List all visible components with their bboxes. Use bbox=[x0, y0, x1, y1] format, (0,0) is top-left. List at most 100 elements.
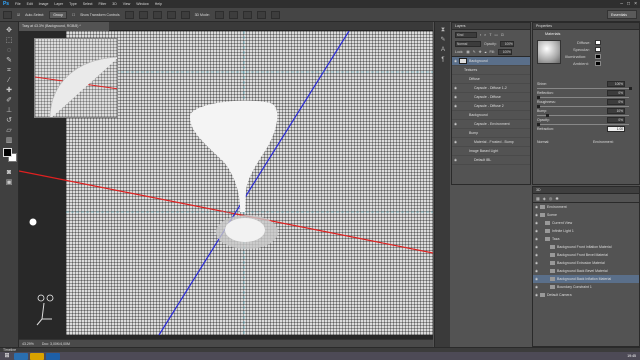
stamp-tool-icon[interactable]: ⊥ bbox=[4, 106, 14, 115]
visibility-eye-icon[interactable]: ◉ bbox=[533, 211, 540, 219]
visibility-eye-icon[interactable]: ◉ bbox=[452, 156, 459, 165]
visibility-eye-icon[interactable]: ◉ bbox=[533, 251, 540, 259]
brush-presets-icon[interactable]: ✎ bbox=[438, 36, 448, 44]
workspace-dropdown[interactable]: Essentials bbox=[607, 10, 637, 19]
visibility-eye-icon[interactable]: ◉ bbox=[533, 259, 540, 267]
menu-item-edit[interactable]: Edit bbox=[24, 2, 36, 6]
visibility-eye-icon[interactable]: ◉ bbox=[533, 291, 540, 299]
scene-item[interactable]: ◉ Current View bbox=[533, 219, 639, 227]
menu-item-select[interactable]: Select bbox=[80, 2, 96, 6]
zoom-level[interactable]: 43.29% bbox=[22, 342, 34, 346]
menu-item-type[interactable]: Type bbox=[66, 2, 80, 6]
align-left-icon[interactable] bbox=[166, 10, 176, 19]
visibility-eye-icon[interactable]: ◉ bbox=[533, 243, 540, 251]
quick-select-tool-icon[interactable]: ✎ bbox=[4, 56, 14, 65]
layer-row[interactable]: ◉ Capsule - Diffuse bbox=[452, 93, 530, 102]
diffuse-swatch[interactable] bbox=[595, 40, 601, 45]
align-bottom-icon[interactable] bbox=[152, 10, 162, 19]
filter-shape-icon[interactable]: ▭ bbox=[495, 33, 498, 37]
fill-input[interactable]: 100% bbox=[497, 49, 512, 55]
auto-select-checkbox[interactable]: ☑ bbox=[17, 13, 20, 17]
gradient-tool-icon[interactable]: ▥ bbox=[4, 136, 14, 145]
taskbar-photoshop-icon[interactable] bbox=[46, 352, 60, 360]
material-preview[interactable] bbox=[537, 40, 561, 64]
move-tool-icon[interactable]: ✥ bbox=[4, 26, 14, 35]
visibility-eye-icon[interactable]: ◉ bbox=[452, 84, 459, 93]
visibility-eye-icon[interactable]: ◉ bbox=[452, 120, 459, 129]
specular-swatch[interactable] bbox=[595, 47, 601, 52]
lock-transparent-icon[interactable]: ▦ bbox=[466, 50, 469, 54]
screen-mode-icon[interactable]: ▣ bbox=[4, 178, 14, 187]
lock-position-icon[interactable]: ✥ bbox=[479, 50, 482, 54]
visibility-eye-icon[interactable]: ◉ bbox=[533, 275, 540, 283]
menu-item-window[interactable]: Window bbox=[133, 2, 151, 6]
marquee-tool-icon[interactable]: ⬚ bbox=[4, 36, 14, 45]
menu-item-3d[interactable]: 3D bbox=[109, 2, 119, 6]
visibility-eye-icon[interactable]: ◉ bbox=[533, 267, 540, 275]
document-tab[interactable]: Tasy at 43.3% (Background, RGB/8) * bbox=[19, 22, 109, 31]
scene-item[interactable]: ◉ Background Back Bevel Material bbox=[533, 267, 639, 275]
layer-row[interactable]: ◉ Background bbox=[452, 57, 530, 66]
layer-row[interactable]: Background bbox=[452, 111, 530, 120]
shine-input[interactable]: 100% bbox=[607, 81, 625, 87]
align-middle-icon[interactable] bbox=[138, 10, 148, 19]
scene-item[interactable]: ◉ Environment bbox=[533, 203, 639, 211]
visibility-eye-icon[interactable]: ◉ bbox=[533, 219, 540, 227]
scale-3d-icon[interactable] bbox=[270, 10, 280, 19]
character-icon[interactable]: A bbox=[438, 46, 448, 54]
menu-item-help[interactable]: Help bbox=[152, 2, 165, 6]
visibility-eye-icon[interactable]: ◉ bbox=[533, 227, 540, 235]
layer-kind-filter[interactable]: Kind bbox=[455, 31, 477, 38]
filter-adjust-icon[interactable]: ◐ bbox=[484, 33, 486, 37]
visibility-eye-icon[interactable]: ◉ bbox=[533, 283, 540, 291]
scene-item[interactable]: ◉ Default Camera bbox=[533, 291, 639, 299]
layer-row[interactable]: ◉ Capsule - Environment bbox=[452, 120, 530, 129]
reflection-input[interactable]: 0% bbox=[607, 90, 625, 96]
crop-tool-icon[interactable]: ⌗ bbox=[4, 66, 14, 75]
eraser-tool-icon[interactable]: ▱ bbox=[4, 126, 14, 135]
roughness-input[interactable]: 0% bbox=[607, 99, 625, 105]
menu-item-layer[interactable]: Layer bbox=[51, 2, 66, 6]
quick-mask-icon[interactable]: ◙ bbox=[4, 168, 14, 177]
rotate-3d-icon[interactable] bbox=[214, 10, 224, 19]
color-swatches[interactable] bbox=[3, 148, 17, 162]
layer-row[interactable]: ◉ Capsule - Diffuse 1-2 bbox=[452, 84, 530, 93]
drag-3d-icon[interactable] bbox=[242, 10, 252, 19]
scene-item[interactable]: ◉ Background Front Bevel Material bbox=[533, 251, 639, 259]
slide-3d-icon[interactable] bbox=[256, 10, 266, 19]
foreground-color-swatch[interactable] bbox=[3, 148, 12, 157]
blend-mode-dropdown[interactable]: Normal bbox=[455, 40, 481, 47]
menu-item-filter[interactable]: Filter bbox=[96, 2, 110, 6]
filter-type-icon[interactable]: T bbox=[489, 33, 491, 37]
history-brush-tool-icon[interactable]: ↺ bbox=[4, 116, 14, 125]
align-center-icon[interactable] bbox=[180, 10, 190, 19]
history-icon[interactable]: ⧗ bbox=[438, 26, 448, 34]
start-icon[interactable]: ⊞ bbox=[0, 352, 14, 360]
lock-all-icon[interactable]: 🔒︎ bbox=[485, 50, 487, 54]
scene-item[interactable]: ◉ Background Extrusion Material bbox=[533, 259, 639, 267]
close-icon[interactable]: × bbox=[634, 1, 637, 7]
layer-row[interactable]: Bump bbox=[452, 129, 530, 138]
bump-input[interactable]: 10% bbox=[607, 108, 625, 114]
scene-item[interactable]: ◉ Taza bbox=[533, 235, 639, 243]
healing-tool-icon[interactable]: ✚ bbox=[4, 86, 14, 95]
visibility-eye-icon[interactable]: ◉ bbox=[452, 93, 459, 102]
roll-3d-icon[interactable] bbox=[228, 10, 238, 19]
brush-tool-icon[interactable]: ✐ bbox=[4, 96, 14, 105]
show-transform-checkbox[interactable]: ☐ bbox=[72, 13, 75, 17]
layer-row[interactable]: Diffuse bbox=[452, 75, 530, 84]
menu-item-view[interactable]: View bbox=[120, 2, 134, 6]
materials-icon[interactable]: ◎ bbox=[549, 196, 553, 201]
opacity-input[interactable]: 0% bbox=[607, 117, 625, 123]
menu-item-file[interactable]: File bbox=[12, 2, 24, 6]
maximize-icon[interactable]: □ bbox=[627, 1, 630, 7]
lasso-tool-icon[interactable]: ◌ bbox=[4, 46, 14, 55]
meshes-icon[interactable]: ◈ bbox=[543, 196, 546, 201]
filter-pixel-icon[interactable]: ▪ bbox=[480, 33, 481, 37]
visibility-eye-icon[interactable]: ◉ bbox=[452, 102, 459, 111]
align-top-icon[interactable] bbox=[124, 10, 134, 19]
lights-icon[interactable]: ✺ bbox=[555, 196, 558, 201]
layer-row[interactable]: Textures bbox=[452, 66, 530, 75]
lock-pixels-icon[interactable]: ✎ bbox=[473, 50, 476, 54]
scene-item[interactable]: ◉ Scene bbox=[533, 211, 639, 219]
